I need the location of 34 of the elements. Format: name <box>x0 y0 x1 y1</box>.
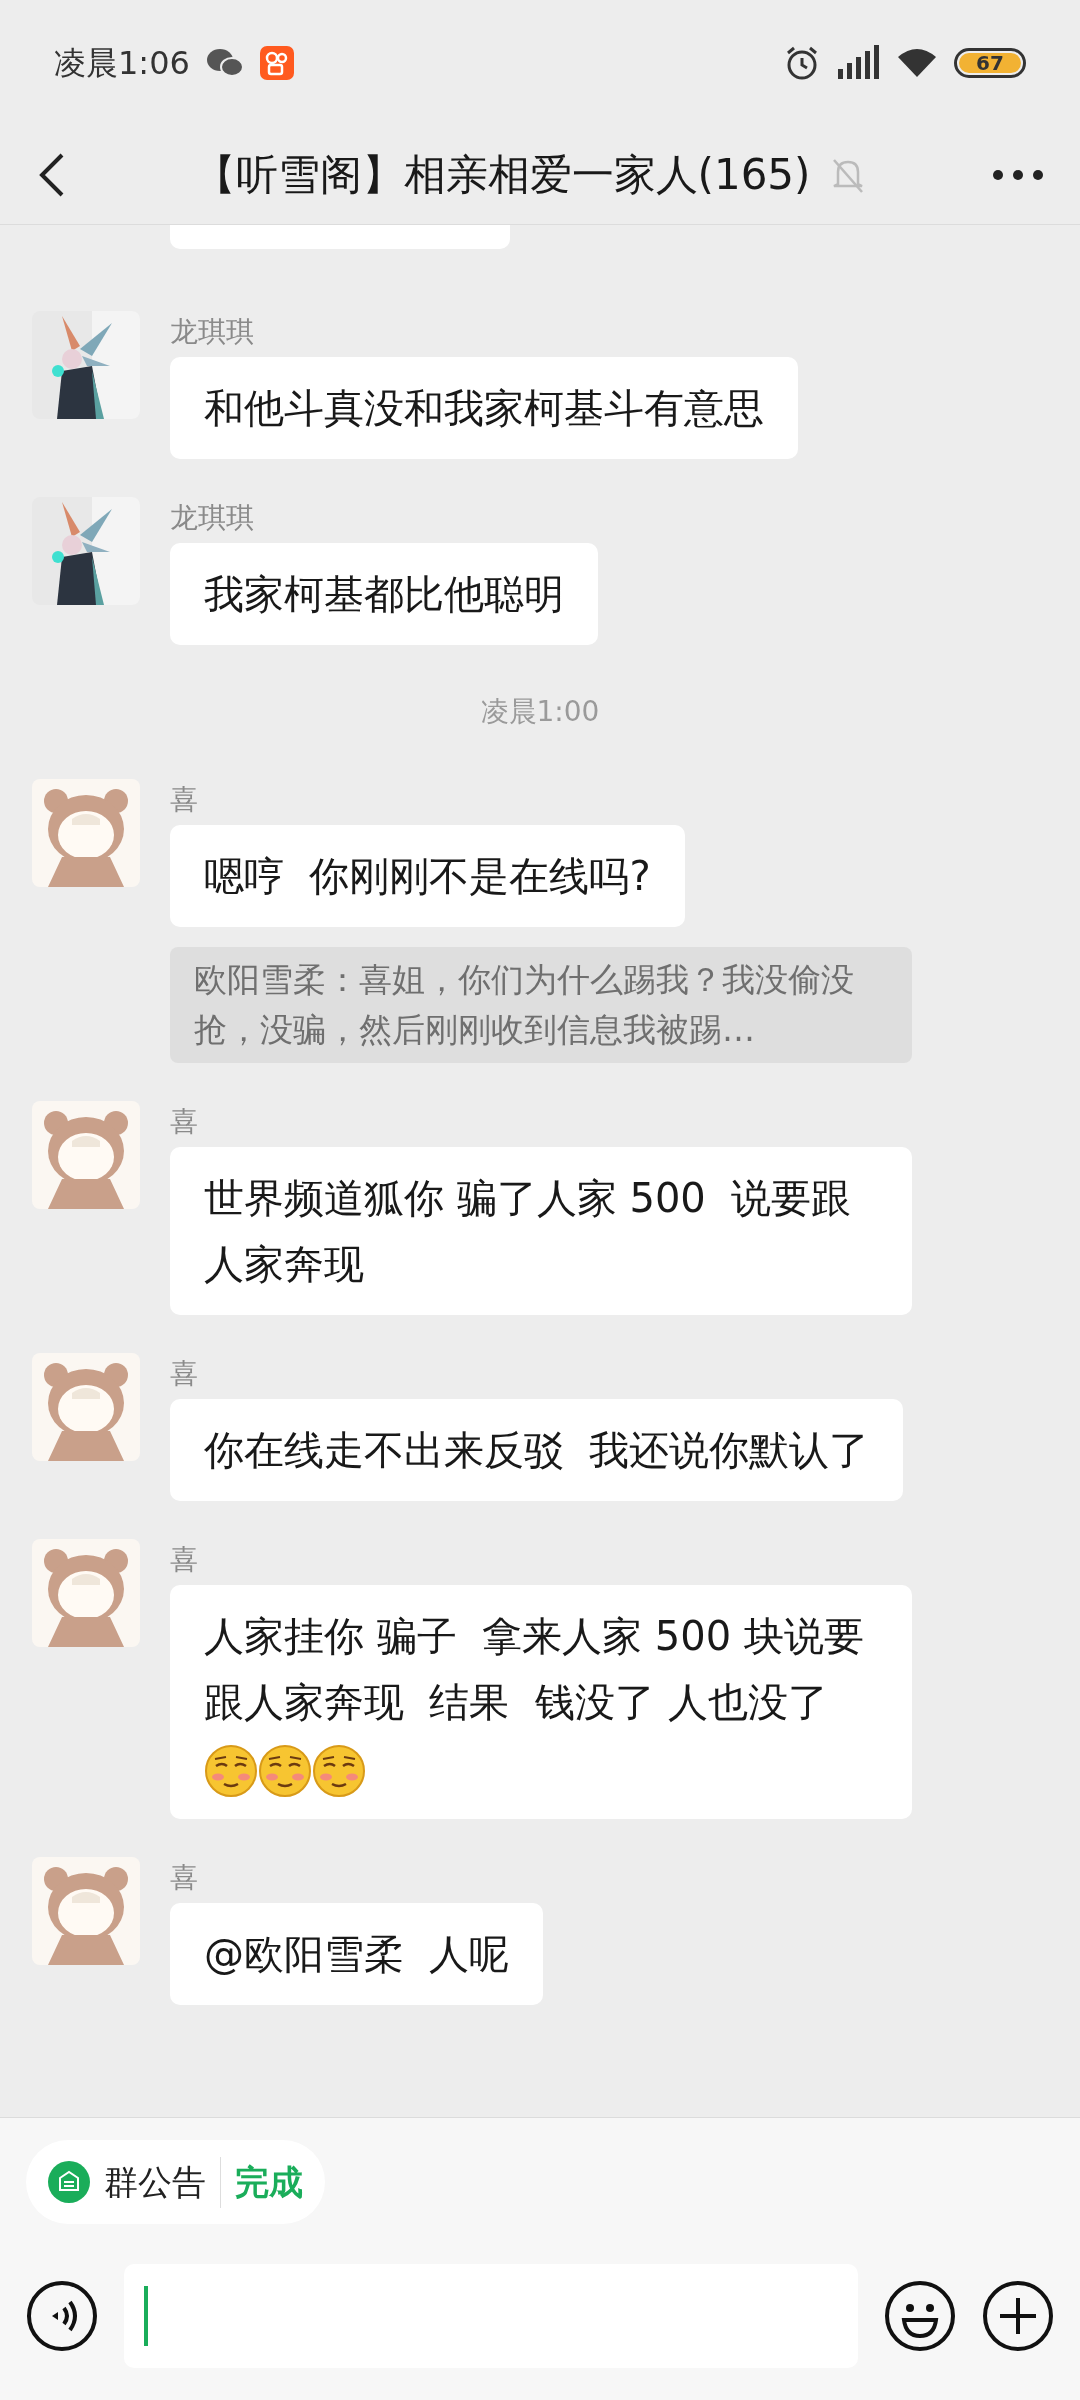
alarm-icon <box>784 44 820 81</box>
message-bubble: 和他斗真没和我家柯基斗有意思 <box>170 357 798 459</box>
message-input[interactable] <box>124 2264 858 2368</box>
signal-icon <box>836 44 880 81</box>
blushing-face-icon <box>258 1744 312 1798</box>
sender-name: 喜 <box>170 1543 199 1577</box>
video-app-icon <box>259 45 294 80</box>
blushing-face-icon <box>312 1744 366 1798</box>
message-bubble: 你在线走不出来反驳 我还说你默认了 <box>170 1399 904 1501</box>
voice-icon[interactable] <box>26 2280 98 2352</box>
battery-icon: 67 <box>954 47 1026 78</box>
message-bubble: 我家柯基都比他聪明 <box>170 543 598 645</box>
status-time: 凌晨1:06 <box>54 42 190 84</box>
emoji-icon[interactable] <box>884 2280 956 2352</box>
announcement-label: 群公告 <box>104 2156 221 2208</box>
sender-name: 喜 <box>170 1105 199 1139</box>
sender-name: 喜 <box>170 1861 199 1895</box>
more-icon[interactable] <box>992 168 1044 181</box>
quoted-message: 欧阳雪柔：喜姐，你们为什么踢我？我没偷没抢，没骗，然后刚刚收到信息我被踢… <box>170 947 912 1063</box>
plus-icon[interactable] <box>982 2280 1054 2352</box>
message-bubble: 嗯哼 你刚刚不是在线吗? <box>170 825 685 927</box>
sender-name: 龙琪琪 <box>170 501 255 535</box>
blushing-face-icon <box>204 1744 258 1798</box>
sender-name: 龙琪琪 <box>170 315 255 349</box>
message-bubble: 人家挂你 骗子 拿来人家 500 块说要跟人家奔现 结果 钱没了 人也没了 <box>170 1585 912 1819</box>
notice-icon <box>48 2161 90 2203</box>
sender-name: 喜 <box>170 1357 199 1391</box>
message-bubble: 世界频道狐你 骗了人家 500 说要跟人家奔现 <box>170 1147 912 1315</box>
sender-name: 喜 <box>170 783 199 817</box>
message-bubble: @欧阳雪柔 人呢 <box>170 1903 544 2005</box>
announcement-pill[interactable]: 群公告 完成 <box>26 2140 325 2224</box>
timestamp: 凌晨1:00 <box>480 694 600 730</box>
chat-title: 【听雪阁】相亲相爱一家人(165) <box>193 149 811 201</box>
wifi-icon <box>896 46 938 79</box>
